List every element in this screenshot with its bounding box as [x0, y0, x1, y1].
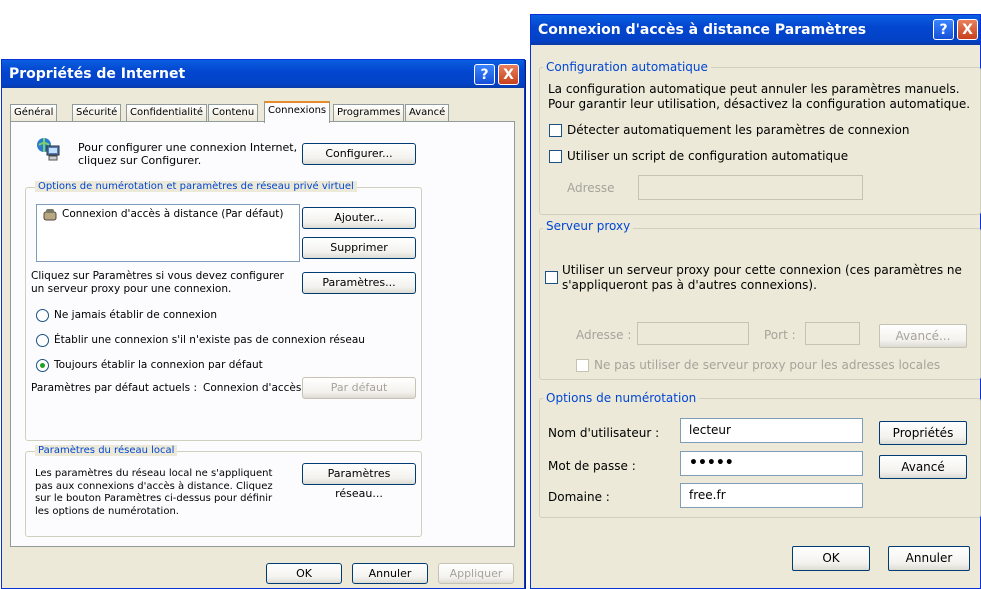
tab-general[interactable]: Général: [10, 104, 58, 121]
connection-phone-icon: [43, 208, 57, 222]
domain-input[interactable]: free.fr: [680, 483, 863, 508]
dialup-group-label: Options de numérotation et paramètres de…: [35, 181, 357, 192]
properties-button[interactable]: Propriétés: [879, 421, 967, 445]
username-label: Nom d'utilisateur :: [548, 426, 660, 440]
help-button[interactable]: ?: [474, 64, 495, 85]
proxy-group-label: Serveur proxy: [543, 219, 634, 233]
script-address-input[interactable]: [638, 175, 863, 200]
add-button[interactable]: Ajouter...: [302, 207, 416, 229]
password-input[interactable]: •••••: [680, 451, 863, 476]
auto-config-group-label: Configuration automatique: [543, 60, 711, 74]
title-bar[interactable]: Connexion d'accès à distance Paramètres …: [531, 15, 980, 45]
help-button[interactable]: ?: [933, 19, 954, 40]
auto-config-text: La configuration automatique peut annule…: [548, 82, 971, 111]
network-computer-icon: [36, 137, 62, 163]
tab-content[interactable]: Contenu: [208, 104, 259, 121]
port-input[interactable]: [805, 322, 860, 345]
tab-security[interactable]: Sécurité: [72, 104, 122, 121]
detect-settings-checkbox[interactable]: [549, 124, 562, 137]
current-default-label: Paramètres par défaut actuels :: [31, 382, 198, 394]
settings-text: Cliquez sur Paramètres si vous devez con…: [31, 270, 284, 295]
radio-always-label: Toujours établir la connexion par défaut: [54, 359, 263, 371]
lan-text: Les paramètres du réseau local ne s'appl…: [35, 468, 273, 517]
window-title: Propriétés de Internet: [9, 66, 186, 82]
domain-label: Domaine :: [548, 490, 610, 504]
settings-button[interactable]: Paramètres...: [302, 272, 416, 294]
tab-connections[interactable]: Connexions: [264, 101, 331, 123]
password-label: Mot de passe :: [548, 459, 636, 473]
connection-item[interactable]: Connexion d'accès à distance (Par défaut…: [62, 208, 283, 220]
username-input[interactable]: lecteur: [680, 418, 863, 443]
script-label: Utiliser un script de configuration auto…: [567, 149, 849, 163]
close-button[interactable]: X: [957, 19, 978, 40]
setup-text: Pour configurer une connexion Internet, …: [78, 141, 298, 167]
use-proxy-checkbox[interactable]: [545, 271, 558, 284]
radio-dial-when-no-network[interactable]: [36, 334, 49, 347]
radio-always-dial[interactable]: [36, 359, 49, 372]
ok-button[interactable]: OK: [792, 546, 870, 571]
proxy-address-label: Adresse :: [576, 328, 632, 342]
dialing-group-label: Options de numérotation: [543, 391, 700, 405]
tab-programs[interactable]: Programmes: [333, 104, 405, 121]
ok-button[interactable]: OK: [266, 563, 342, 584]
radio-when-no-net-label: Établir une connexion s'il n'existe pas …: [54, 334, 365, 346]
tab-privacy[interactable]: Confidentialité: [126, 104, 208, 121]
lan-settings-button[interactable]: Paramètres réseau...: [302, 463, 416, 500]
radio-never-label: Ne jamais établir de connexion: [54, 309, 218, 321]
cancel-button[interactable]: Annuler: [352, 563, 428, 584]
bypass-local-label: Ne pas utiliser de serveur proxy pour le…: [594, 358, 941, 372]
port-label: Port :: [764, 328, 796, 342]
set-default-button[interactable]: Par défaut: [302, 377, 416, 399]
configure-button[interactable]: Configurer...: [302, 143, 416, 165]
apply-button[interactable]: Appliquer: [438, 563, 514, 584]
proxy-address-input[interactable]: [637, 322, 749, 345]
cancel-button[interactable]: Annuler: [888, 546, 970, 571]
lan-group-label: Paramètres du réseau local: [35, 445, 178, 456]
use-proxy-label: Utiliser un serveur proxy pour cette con…: [562, 263, 962, 292]
current-default-value: Connexion d'accès: [203, 382, 302, 394]
remove-button[interactable]: Supprimer: [302, 237, 416, 259]
radio-never-dial[interactable]: [36, 309, 49, 322]
close-button[interactable]: X: [498, 64, 519, 85]
title-bar[interactable]: Propriétés de Internet ? X: [2, 60, 524, 88]
proxy-advanced-button[interactable]: Avancé...: [879, 324, 967, 348]
script-checkbox[interactable]: [549, 150, 562, 163]
bypass-local-checkbox[interactable]: [576, 359, 589, 372]
window-title: Connexion d'accès à distance Paramètres: [538, 22, 867, 38]
dial-advanced-button[interactable]: Avancé: [879, 455, 967, 479]
detect-settings-label: Détecter automatiquement les paramètres …: [567, 123, 910, 137]
script-address-label: Adresse: [567, 181, 615, 195]
tab-advanced[interactable]: Avancé: [405, 104, 450, 121]
